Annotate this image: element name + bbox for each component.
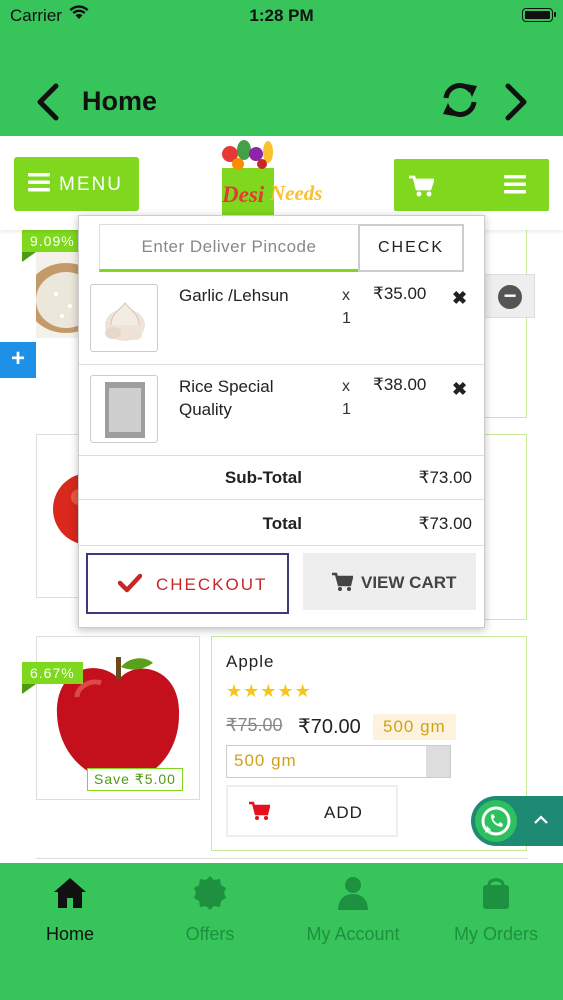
close-icon: ✖ [452, 288, 468, 308]
weight-badge: 500 gm [373, 714, 456, 740]
offers-badge-icon [192, 875, 228, 911]
star-icon: ★ [277, 681, 295, 701]
tab-label: My Account [306, 924, 400, 944]
chevron-up-icon [533, 812, 549, 830]
bag-icon [478, 875, 514, 911]
page-title: Home [82, 86, 158, 116]
select-arrow [426, 746, 450, 777]
cart-item-quantity: x1 [342, 284, 351, 330]
rating-stars: ★★★★★ [226, 681, 312, 702]
subtotal-row: Sub-Total ₹73.00 [79, 455, 484, 500]
quantity-multiplier: x [342, 378, 350, 395]
cart-icon [331, 572, 354, 597]
star-icon: ★ [243, 681, 261, 701]
weight-select[interactable]: 500 gm [226, 745, 451, 778]
hamburger-icon [28, 172, 50, 198]
add-to-cart-button[interactable]: ADD [226, 785, 398, 837]
cart-icon [248, 801, 271, 826]
checkout-button[interactable]: CHECKOUT [86, 553, 289, 614]
checkmark-icon [117, 573, 143, 598]
quantity-multiplier: x [342, 287, 350, 304]
store-logo[interactable]: Desi Needs [214, 140, 334, 220]
svg-text:Needs: Needs [269, 181, 322, 205]
navigation-bar: Home [0, 30, 563, 136]
subtotal-label: Sub-Total [224, 468, 302, 487]
check-pincode-button[interactable]: CHECK [358, 224, 464, 272]
main-content: 9.09% 6.67% Save ₹5.00 Apple ★★★★★ ₹75.0… [0, 136, 563, 863]
close-icon: ✖ [452, 379, 468, 399]
pincode-input[interactable] [100, 225, 358, 269]
minus-circle-icon: − [498, 285, 522, 309]
tab-label: My Orders [453, 924, 538, 944]
subtotal-value: ₹73.00 [418, 468, 472, 487]
cart-button[interactable]: 2 [394, 159, 549, 211]
menu-label: MENU [59, 174, 123, 195]
app-root: { "status_bar": {"carrier": "Carrier", "… [0, 0, 563, 1000]
checkout-label: CHECKOUT [156, 575, 268, 594]
tab-my-account[interactable]: My Account [283, 863, 423, 1000]
remove-cart-item-button[interactable]: ✖ [452, 288, 467, 309]
savings-tag: Save ₹5.00 [87, 768, 183, 791]
star-icon: ★ [226, 681, 244, 701]
tab-my-orders[interactable]: My Orders [426, 863, 563, 1000]
discount-ribbon: 9.09% [22, 230, 83, 262]
view-cart-label: VIEW CART [361, 573, 457, 592]
cart-item-price: ₹35.00 [373, 284, 427, 303]
clock: 1:28 PM [249, 6, 314, 25]
star-icon: ★ [294, 681, 312, 701]
view-cart-button[interactable]: VIEW CART [303, 553, 476, 610]
tab-label: Offers [185, 924, 235, 944]
product-name[interactable]: Apple [226, 652, 274, 672]
cart-item-thumbnail [90, 375, 158, 443]
remove-item-button[interactable]: − [484, 274, 535, 318]
cart-dropdown: CHECK Garlic /Lehsun x1 ₹35.00 ✖ Rice Sp… [78, 215, 485, 628]
total-row: Total ₹73.00 [79, 501, 484, 546]
chevron-left-icon[interactable] [34, 82, 62, 127]
cart-item: Rice Special Quality x1 ₹38.00 ✖ [79, 365, 484, 456]
divider [36, 858, 528, 859]
svg-text:Desi: Desi [221, 182, 265, 207]
total-value: ₹73.00 [418, 514, 472, 533]
battery-icon [522, 8, 556, 22]
menu-button[interactable]: MENU [14, 157, 139, 211]
quantity-value: 1 [342, 310, 351, 327]
hamburger-icon[interactable] [504, 174, 526, 199]
user-icon [335, 875, 371, 911]
expand-plus-button[interactable]: + [0, 342, 36, 378]
tab-home[interactable]: Home [0, 863, 140, 1000]
cart-item-thumbnail [90, 284, 158, 352]
tab-label: Home [45, 924, 94, 944]
cart-item-name: Rice Special Quality [179, 377, 274, 419]
total-label: Total [262, 514, 302, 533]
remove-cart-item-button[interactable]: ✖ [452, 379, 467, 400]
original-price: ₹75.00 [226, 715, 283, 735]
sale-price: ₹70.00 [298, 716, 361, 738]
discount-ribbon: 6.67% [22, 662, 83, 694]
cart-item-name: Garlic /Lehsun [179, 286, 289, 305]
home-icon [52, 875, 88, 911]
quantity-value: 1 [342, 401, 351, 418]
cart-item: Garlic /Lehsun x1 ₹35.00 ✖ [79, 274, 484, 365]
weight-select-value: 500 gm [234, 751, 297, 770]
whatsapp-icon [475, 800, 517, 842]
tab-offers[interactable]: Offers [140, 863, 280, 1000]
pincode-row: CHECK [99, 224, 464, 272]
star-icon: ★ [260, 681, 278, 701]
add-label: ADD [324, 803, 363, 822]
chevron-right-icon[interactable] [502, 82, 530, 127]
status-bar: Carrier 1:28 PM [0, 0, 563, 30]
cart-item-quantity: x1 [342, 375, 351, 421]
refresh-icon[interactable] [440, 80, 480, 125]
cart-item-price: ₹38.00 [373, 375, 427, 394]
whatsapp-chat-button[interactable] [471, 796, 563, 846]
bottom-tab-bar: Home Offers My Account My Orders [0, 863, 563, 1000]
cart-icon [408, 174, 435, 203]
